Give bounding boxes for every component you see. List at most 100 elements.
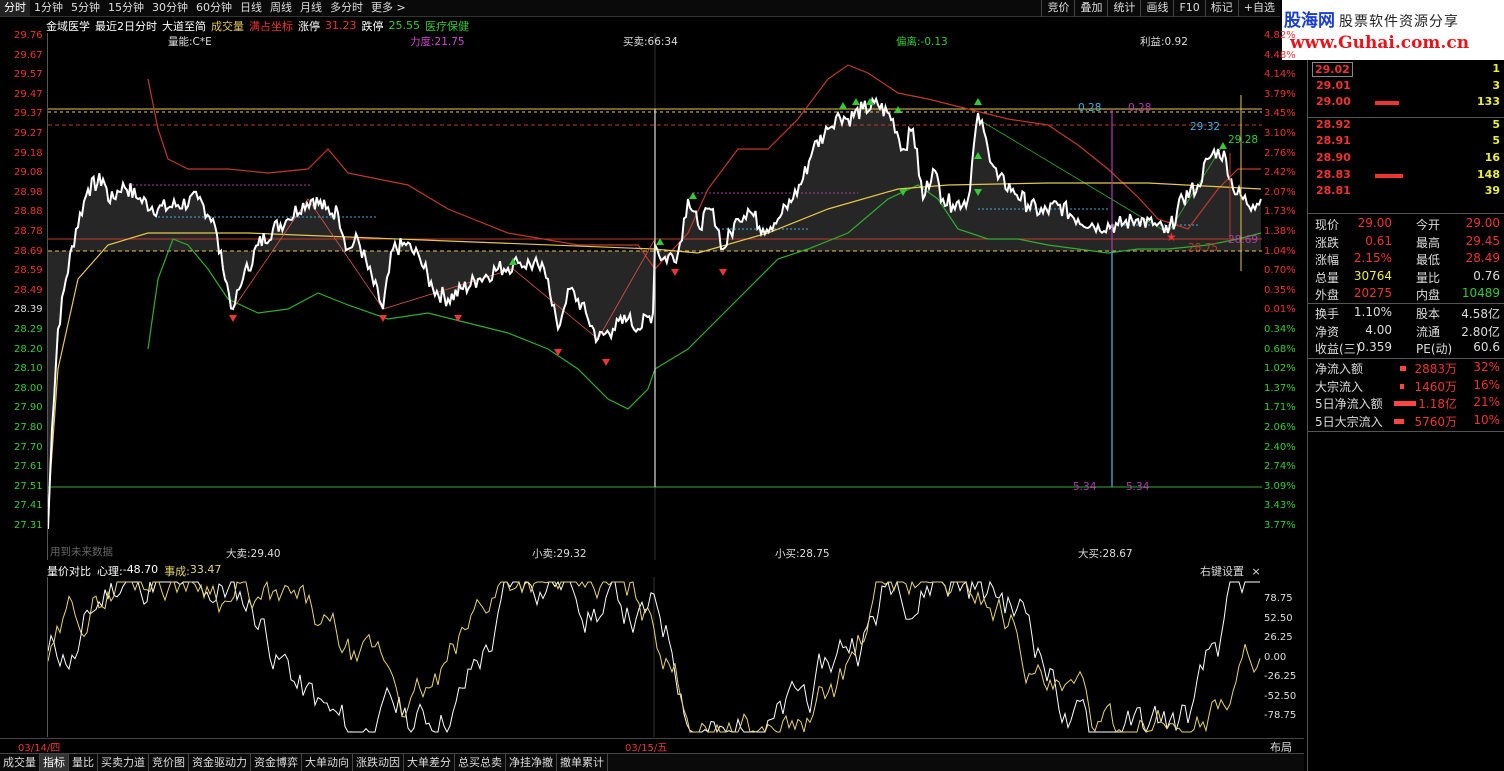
period-tab[interactable]: 1分钟 [30,0,67,16]
indicator-tab[interactable]: 成交量 [0,754,40,771]
flow-bar [1394,401,1416,406]
quote-label: 最低 [1416,253,1441,267]
indicator-tab[interactable]: 总买总卖 [455,754,506,771]
toolbar-action-button[interactable]: 统计 [1107,0,1140,17]
period-tab[interactable]: 多分时 [326,0,367,16]
percent-tick: 0.01% [1264,304,1296,316]
indicator-tab[interactable]: 买卖力道 [98,754,149,771]
percent-axis: 4.82% 4.48% 4.14% 3.79% 3.45% 3.10% 2.76% 2.42%… [1262,30,1307,560]
flow-label: 5日大宗流入 [1315,414,1383,429]
intraday-chart[interactable]: ★ 量能:C*E 力度:21.75 买卖:66:34 偏离:-0.13 利益:0.92 大… [47,33,1262,560]
indicator-tab[interactable]: 涨跌动因 [353,754,404,771]
quote-label: 现价 [1315,218,1340,232]
toolbar-action-button[interactable]: 竞价 [1041,0,1074,17]
percent-tick: 2.42% [1264,167,1296,179]
flow-bar [1400,366,1406,371]
toolbar-action-button[interactable]: 标记 [1204,0,1238,17]
shicheng-value: 33.47 [189,563,222,576]
quote-label: 涨幅 [1315,253,1340,267]
chart-mode[interactable]: 最近2日分时 [95,18,157,34]
simplify-label[interactable]: 大道至简 [162,18,206,34]
indicator-tab[interactable]: 资金驱动力 [189,754,251,771]
price-tick: 27.51 [14,480,43,492]
price-tick: 27.90 [14,402,43,414]
percent-tick: 1.04% [1264,245,1296,257]
quote-row: 换手 1.10% 股本 4.58亿 [1312,305,1502,322]
toolbar-action-button[interactable]: 叠加 [1074,0,1107,17]
indicator-tab[interactable]: 量比 [69,754,98,771]
period-tabs: 分时 1分钟 5分钟 15分钟 30分钟 60分钟 日线 周线 月线 多分时 更多 > [0,0,410,16]
divider [1308,213,1504,214]
quote-label: PE(动) [1416,342,1453,356]
order-book-row: 29.01 3 [1312,79,1502,95]
order-volume: 1 [1492,62,1500,75]
quote-label: 量比 [1416,270,1441,285]
price-axis: 29.76 29.67 29.57 29.47 29.37 29.27 29.18 29.08… [0,30,46,560]
flow-percent: 32% [1473,360,1500,374]
toolbar-action-button[interactable]: +自选 [1237,0,1280,17]
percent-tick: 1.71% [1264,402,1296,414]
trading-window: 分时 1分钟 5分钟 15分钟 30分钟 60分钟 日线 周线 月线 多分时 更多 > 竞价 叠加 统计… [0,0,1504,771]
level-label: 5.34 [1126,481,1150,493]
period-tab[interactable]: 60分钟 [192,0,236,16]
quote-label: 收益(三) [1315,342,1361,356]
period-tab[interactable]: 更多 > [367,0,410,16]
price-tick: 27.70 [14,441,43,453]
indicator-tab[interactable]: 撤单累计 [557,754,608,771]
order-book-row: 29.00 133 [1312,95,1502,111]
order-book-row: 28.91 5 [1312,134,1502,150]
period-tab[interactable]: 15分钟 [104,0,148,16]
quote-label: 换手 [1315,307,1340,321]
quote-label: 涨跌 [1315,235,1340,250]
indicator-tab[interactable]: 大单动向 [302,754,353,771]
period-tab[interactable]: 周线 [266,0,296,16]
percent-tick: 2.06% [1264,422,1296,433]
order-book-row: 29.02 1 [1312,62,1502,78]
indicator-tabs: 成交量 指标 量比 买卖力道 竞价图 资金驱动力 资金博弈 大单动向 涨跌动因 大单差分 总买总卖净… [0,753,1304,771]
toolbar-action-button[interactable]: 画线 [1140,0,1173,17]
percent-tick: 3.77% [1264,520,1296,531]
sub-indicator-header: 量价对比 心理: -48.70 事成: 33.47 [47,563,227,578]
period-tab[interactable]: 30分钟 [148,0,192,16]
indicator-tab[interactable]: 竞价图 [149,754,189,771]
price-tick: 28.59 [14,265,43,277]
order-volume: 5 [1492,134,1500,148]
sub-indicator-svg [47,577,1262,737]
price-tick: 29.37 [14,108,43,120]
flow-percent: 10% [1473,412,1500,427]
flow-row: 5日大宗流入 5760万 10% [1312,413,1502,430]
period-tab[interactable]: 月线 [296,0,326,16]
toolbar-action-button[interactable]: F10 [1173,0,1204,17]
sub-indicator-name[interactable]: 量价对比 [47,563,91,578]
flow-bar [1394,418,1404,424]
toolbar-actions: 竞价 叠加 统计 画线 F10 标记 +自选 [1041,0,1280,17]
indicator-tab[interactable]: 大单差分 [404,754,455,771]
order-price: 29.00 [1316,95,1351,109]
percent-tick: 4.14% [1264,69,1296,81]
price-tick: 29.27 [14,128,43,139]
flow-label: 大宗流入 [1315,379,1364,394]
sub-tick: 78.75 [1264,593,1293,604]
brand-tagline: 股票软件资源分享 [1339,14,1459,30]
sector-label[interactable]: 医疗保健 [425,18,469,34]
period-tab[interactable]: 日线 [236,0,266,16]
indicator-tab[interactable]: 指标 [40,754,69,771]
quote-label: 最高 [1416,235,1441,250]
percent-tick: 3.10% [1264,128,1296,139]
quote-row: 涨跌 0.61 最高 29.45 [1312,234,1502,251]
price-tick: 27.80 [14,422,43,433]
percent-tick: 4.82% [1264,30,1296,41]
coord-label[interactable]: 满占坐标 [249,18,293,34]
quote-value: 28.49 [1465,251,1500,265]
sub-indicator-chart[interactable] [47,577,1262,737]
volume-label[interactable]: 成交量 [211,18,244,34]
period-tab[interactable]: 分时 [0,0,30,16]
dmai-label: 大卖:29.40 [226,547,281,560]
period-tab[interactable]: 5分钟 [67,0,104,16]
indicator-tab[interactable]: 资金博弈 [251,754,302,771]
indicator-tab[interactable]: 净挂净撤 [506,754,557,771]
order-book-row: 28.90 16 [1312,151,1502,167]
stock-name[interactable]: 金域医学 [46,18,90,34]
percent-tick: 2.07% [1264,186,1296,198]
price-tick: 28.20 [14,343,43,355]
